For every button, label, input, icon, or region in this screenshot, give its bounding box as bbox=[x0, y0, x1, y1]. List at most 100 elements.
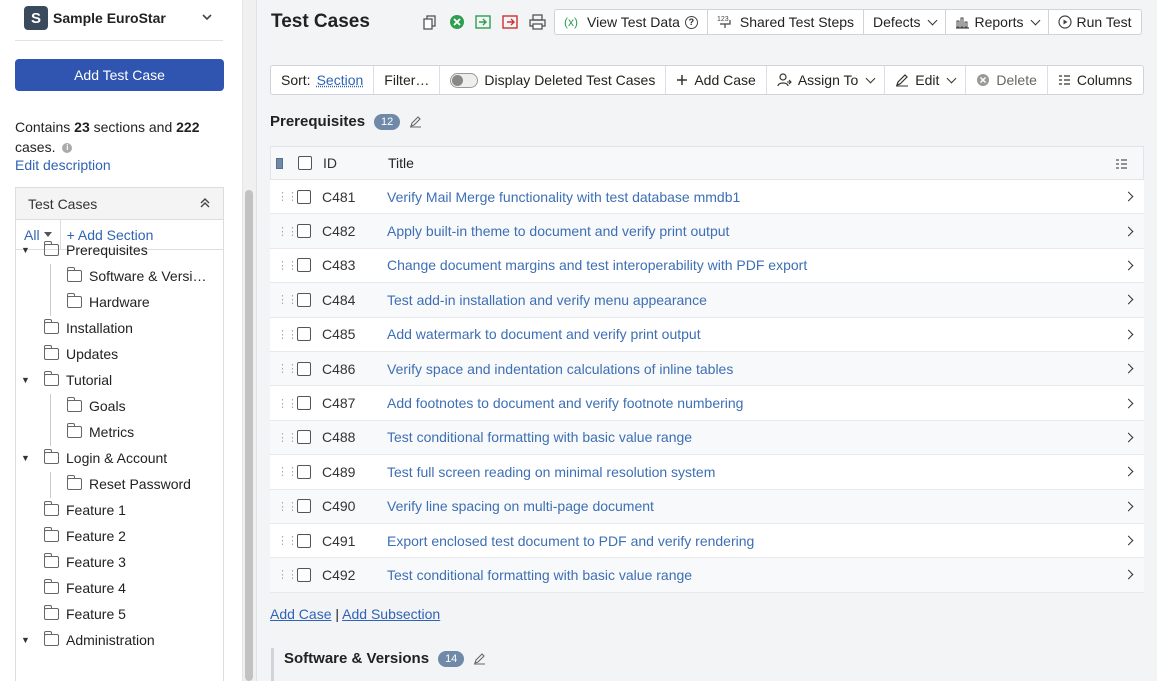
tree-item[interactable]: Feature 3 bbox=[44, 549, 126, 575]
column-settings-icon[interactable] bbox=[1115, 158, 1128, 170]
export-icon[interactable] bbox=[501, 12, 520, 31]
row-checkbox[interactable] bbox=[297, 499, 311, 513]
tree-item[interactable]: Feature 1 bbox=[44, 497, 126, 523]
print-icon[interactable] bbox=[528, 12, 547, 31]
table-row[interactable]: ⋮⋮ C488 Test conditional formatting with b… bbox=[270, 421, 1144, 455]
row-checkbox[interactable] bbox=[297, 430, 311, 444]
assign-to-dropdown[interactable]: Assign To bbox=[767, 66, 885, 94]
chevron-right-icon[interactable] bbox=[1124, 398, 1134, 408]
drag-handle-icon[interactable]: ⋮⋮ bbox=[277, 397, 297, 410]
chevron-right-icon[interactable] bbox=[1124, 192, 1134, 202]
table-row[interactable]: ⋮⋮ C486 Verify space and indentation calcu… bbox=[270, 352, 1144, 386]
table-row[interactable]: ⋮⋮ C483 Change document margins and test i… bbox=[270, 249, 1144, 283]
drag-handle-icon[interactable]: ⋮⋮ bbox=[277, 362, 297, 375]
drag-handle-icon[interactable]: ⋮⋮ bbox=[277, 225, 297, 238]
expand-caret-icon[interactable]: ▼ bbox=[21, 245, 30, 255]
drag-handle-icon[interactable]: ⋮⋮ bbox=[277, 465, 297, 478]
defects-dropdown[interactable]: Defects bbox=[864, 10, 945, 34]
edit-dropdown[interactable]: Edit bbox=[885, 66, 966, 94]
chevron-right-icon[interactable] bbox=[1124, 536, 1134, 546]
edit-description-link[interactable]: Edit description bbox=[15, 157, 111, 173]
drag-handle-icon[interactable]: ⋮⋮ bbox=[277, 259, 297, 272]
case-title-link[interactable]: Add watermark to document and verify pri… bbox=[387, 326, 701, 342]
case-title-link[interactable]: Test add-in installation and verify menu… bbox=[387, 292, 707, 308]
row-checkbox[interactable] bbox=[297, 293, 311, 307]
chevron-right-icon[interactable] bbox=[1124, 432, 1134, 442]
tree-item[interactable]: ▼ Administration bbox=[44, 627, 155, 653]
tree-item[interactable]: Updates bbox=[44, 341, 118, 367]
row-checkbox[interactable] bbox=[297, 465, 311, 479]
case-title-link[interactable]: Apply built-in theme to document and ver… bbox=[387, 223, 729, 239]
drag-handle-icon[interactable]: ⋮⋮ bbox=[277, 328, 297, 341]
tree-item[interactable]: Software & Versi… bbox=[67, 263, 207, 289]
row-checkbox[interactable] bbox=[297, 568, 311, 582]
chevron-right-icon[interactable] bbox=[1124, 570, 1134, 580]
expand-caret-icon[interactable]: ▼ bbox=[21, 375, 30, 385]
table-row[interactable]: ⋮⋮ C487 Add footnotes to document and veri… bbox=[270, 386, 1144, 420]
expand-caret-icon[interactable]: ▼ bbox=[21, 453, 30, 463]
collapse-icon[interactable] bbox=[199, 197, 211, 209]
expand-caret-icon[interactable]: ▼ bbox=[21, 635, 30, 645]
table-row[interactable]: ⋮⋮ C491 Export enclosed test document to P… bbox=[270, 524, 1144, 558]
drag-handle-icon[interactable]: ⋮⋮ bbox=[277, 500, 297, 513]
toggle-switch[interactable] bbox=[450, 73, 478, 88]
project-selector[interactable]: S Sample EuroStar bbox=[15, 4, 223, 32]
tree-item[interactable]: Reset Password bbox=[67, 471, 191, 497]
case-title-link[interactable]: Verify Mail Merge functionality with tes… bbox=[387, 189, 740, 205]
case-title-link[interactable]: Verify space and indentation calculation… bbox=[387, 361, 733, 377]
run-test-button[interactable]: Run Test bbox=[1049, 10, 1141, 34]
sort-value[interactable]: Section bbox=[317, 72, 364, 88]
scrollbar-thumb[interactable] bbox=[245, 190, 253, 681]
chevron-right-icon[interactable] bbox=[1124, 467, 1134, 477]
table-row[interactable]: ⋮⋮ C489 Test full screen reading on minima… bbox=[270, 455, 1144, 489]
table-row[interactable]: ⋮⋮ C484 Test add-in installation and verif… bbox=[270, 283, 1144, 317]
import-icon[interactable] bbox=[474, 12, 493, 31]
tree-item[interactable]: Feature 5 bbox=[44, 601, 126, 627]
chevron-right-icon[interactable] bbox=[1124, 501, 1134, 511]
delete-button[interactable]: Delete bbox=[966, 66, 1047, 94]
tree-item[interactable]: Hardware bbox=[67, 289, 150, 315]
drag-handle-icon[interactable]: ⋮⋮ bbox=[277, 293, 297, 306]
case-title-link[interactable]: Export enclosed test document to PDF and… bbox=[387, 533, 754, 549]
row-checkbox[interactable] bbox=[297, 327, 311, 341]
help-icon[interactable]: ? bbox=[685, 16, 698, 29]
filter-button[interactable]: Filter… bbox=[374, 66, 440, 94]
copy-icon[interactable] bbox=[420, 12, 439, 31]
edit-section-icon[interactable] bbox=[409, 115, 422, 128]
table-row[interactable]: ⋮⋮ C481 Verify Mail Merge functionality wi… bbox=[270, 180, 1144, 214]
view-test-data-button[interactable]: (x) View Test Data ? bbox=[555, 10, 708, 34]
tree-item[interactable]: Installation bbox=[44, 315, 133, 341]
table-row[interactable]: ⋮⋮ C485 Add watermark to document and veri… bbox=[270, 318, 1144, 352]
column-header-title[interactable]: Title bbox=[388, 155, 414, 171]
display-deleted-toggle[interactable]: Display Deleted Test Cases bbox=[440, 66, 666, 94]
add-case-button[interactable]: Add Case bbox=[666, 66, 766, 94]
tree-item[interactable]: Metrics bbox=[67, 419, 134, 445]
info-icon[interactable]: i bbox=[62, 143, 72, 153]
row-checkbox[interactable] bbox=[297, 534, 311, 548]
chevron-right-icon[interactable] bbox=[1124, 364, 1134, 374]
add-case-link[interactable]: Add Case bbox=[270, 606, 331, 622]
tree-item[interactable]: ▼ Tutorial bbox=[44, 367, 112, 393]
case-title-link[interactable]: Verify line spacing on multi-page docume… bbox=[387, 498, 654, 514]
case-title-link[interactable]: Test full screen reading on minimal reso… bbox=[387, 464, 715, 480]
sort-control[interactable]: Sort: Section bbox=[271, 66, 374, 94]
chevron-right-icon[interactable] bbox=[1124, 226, 1134, 236]
chevron-right-icon[interactable] bbox=[1124, 261, 1134, 271]
tree-item[interactable]: Feature 4 bbox=[44, 575, 126, 601]
chevron-right-icon[interactable] bbox=[1124, 329, 1134, 339]
row-checkbox[interactable] bbox=[297, 362, 311, 376]
edit-section-icon[interactable] bbox=[473, 652, 486, 665]
select-all-checkbox[interactable] bbox=[298, 156, 312, 170]
add-subsection-link[interactable]: Add Subsection bbox=[342, 606, 440, 622]
add-test-case-button[interactable]: Add Test Case bbox=[15, 59, 224, 91]
table-row[interactable]: ⋮⋮ C492 Test conditional formatting with b… bbox=[270, 558, 1144, 592]
column-header-id[interactable]: ID bbox=[323, 155, 337, 171]
case-title-link[interactable]: Change document margins and test interop… bbox=[387, 257, 807, 273]
tree-item[interactable]: Feature 2 bbox=[44, 523, 126, 549]
table-row[interactable]: ⋮⋮ C482 Apply built-in theme to document a… bbox=[270, 214, 1144, 248]
drag-handle-icon[interactable]: ⋮⋮ bbox=[277, 534, 297, 547]
row-checkbox[interactable] bbox=[297, 224, 311, 238]
row-checkbox[interactable] bbox=[297, 190, 311, 204]
tree-item[interactable]: ▼ Prerequisites bbox=[44, 237, 148, 263]
chevron-right-icon[interactable] bbox=[1124, 295, 1134, 305]
